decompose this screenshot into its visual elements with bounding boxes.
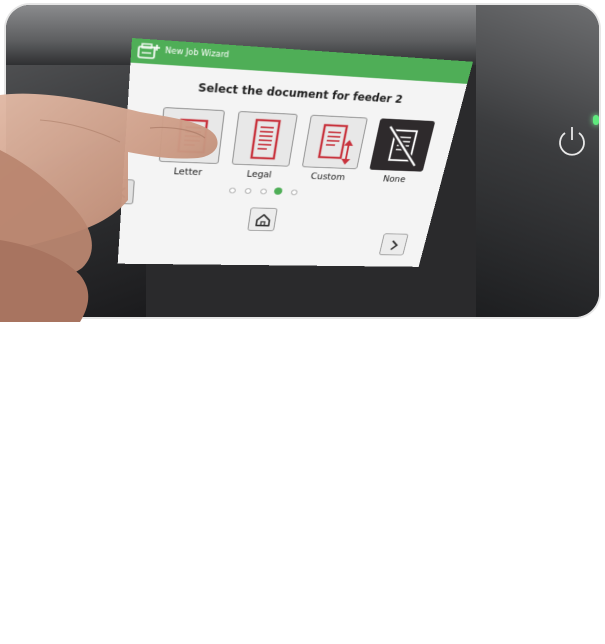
option-label: Custom [296,172,360,183]
option-none-button[interactable] [369,118,435,171]
chevron-right-icon [379,234,409,256]
legal-document-icon [232,112,298,168]
page-dot[interactable] [244,188,251,194]
letter-document-icon [160,108,226,165]
option-label: None [363,174,425,185]
no-document-icon [370,119,436,172]
page-dot[interactable] [229,188,236,194]
scanner-add-icon [137,41,162,61]
option-label: Legal [226,169,292,180]
home-icon [248,208,278,232]
home-button[interactable] [247,207,277,231]
page-dot-active[interactable] [274,187,283,194]
page-indicator [229,188,338,199]
custom-document-icon [303,116,369,170]
wizard-prompt: Select the document for feeder 2 [129,77,464,109]
option-letter-button[interactable] [159,107,225,164]
power-icon[interactable] [554,123,590,159]
page-dot[interactable] [260,189,267,195]
window-title: New Job Wizard [165,46,230,59]
bezel-right [476,5,599,317]
option-custom-button[interactable] [302,115,368,169]
option-legal-button[interactable] [232,111,298,167]
next-page-button[interactable] [379,233,409,255]
wizard-panel: New Job Wizard Select the document for f… [118,38,473,267]
page-dot[interactable] [291,190,298,196]
option-label: Letter [154,167,222,179]
status-led [593,115,599,125]
